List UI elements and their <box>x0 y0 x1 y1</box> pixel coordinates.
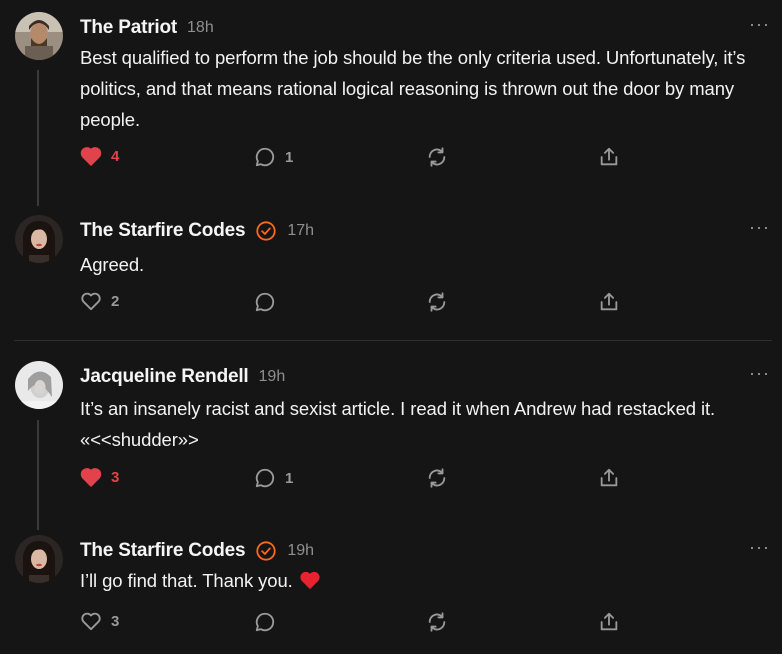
like-count: 3 <box>111 468 120 486</box>
share-icon <box>600 147 618 166</box>
comment: The Starfire Codes 19h ··· I’ll go find … <box>0 535 782 645</box>
reply-count: 1 <box>285 469 294 487</box>
share-button[interactable] <box>598 146 620 168</box>
comment: Jacqueline Rendell 19h ··· It’s an insan… <box>0 361 782 501</box>
author-name[interactable]: The Starfire Codes <box>80 220 246 242</box>
restack-icon <box>428 147 446 167</box>
timestamp[interactable]: 17h <box>287 222 314 240</box>
avatar[interactable] <box>15 361 63 409</box>
comment-header: The Starfire Codes 19h <box>80 539 314 563</box>
restack-icon <box>428 292 446 312</box>
timestamp[interactable]: 19h <box>259 368 286 386</box>
reply-count: 1 <box>285 148 294 166</box>
restack-button[interactable] <box>426 146 448 168</box>
heart-icon <box>80 468 102 487</box>
like-button[interactable]: 3 <box>80 467 119 487</box>
comment-bubble-icon <box>255 292 275 312</box>
comment-bubble-icon <box>255 147 275 167</box>
comment-text: Agreed. <box>80 254 145 275</box>
action-bar: 2 <box>80 291 640 315</box>
comment: The Starfire Codes 17h ··· Agreed. 2 <box>0 215 782 325</box>
comment-text: It’s an insanely racist and sexist artic… <box>80 398 716 450</box>
red-heart-emoji-icon <box>300 571 320 590</box>
restack-icon <box>428 612 446 632</box>
comment-text-row: I’ll go find that. Thank you. <box>80 565 770 596</box>
comment: The Patriot 18h ··· Best qualified to pe… <box>0 12 782 192</box>
comment-text: Best qualified to perform the job should… <box>80 47 746 130</box>
like-count: 4 <box>111 147 120 165</box>
reply-button[interactable]: 1 <box>254 146 293 168</box>
avatar[interactable] <box>15 215 63 263</box>
action-bar: 4 1 <box>80 146 640 170</box>
author-name[interactable]: The Patriot <box>80 17 177 39</box>
like-button[interactable]: 4 <box>80 146 119 166</box>
share-icon <box>600 292 618 311</box>
share-button[interactable] <box>598 611 620 633</box>
comment-bubble-icon <box>255 612 275 632</box>
action-bar: 3 <box>80 611 640 635</box>
like-count: 3 <box>111 612 120 630</box>
comment-bubble-icon <box>255 468 275 488</box>
like-button[interactable]: 2 <box>80 291 119 311</box>
restack-button[interactable] <box>426 467 448 489</box>
more-options-icon[interactable]: ··· <box>749 218 770 236</box>
heart-icon <box>81 612 101 631</box>
comment-header: Jacqueline Rendell 19h <box>80 365 285 389</box>
comment-text: I’ll go find that. Thank you. <box>80 570 293 591</box>
verified-badge-icon <box>256 221 276 241</box>
restack-button[interactable] <box>426 291 448 313</box>
restack-icon <box>428 468 446 488</box>
heart-icon <box>81 292 101 311</box>
action-bar: 3 1 <box>80 467 640 491</box>
share-icon <box>600 612 618 631</box>
share-button[interactable] <box>598 467 620 489</box>
more-options-icon[interactable]: ··· <box>749 538 770 556</box>
heart-icon <box>80 147 102 166</box>
share-button[interactable] <box>598 291 620 313</box>
more-options-icon[interactable]: ··· <box>749 15 770 33</box>
like-count: 2 <box>111 292 120 310</box>
divider <box>14 340 772 341</box>
avatar[interactable] <box>15 535 63 583</box>
reply-button[interactable]: 1 <box>254 467 293 489</box>
author-name[interactable]: Jacqueline Rendell <box>80 366 249 388</box>
comment-header: The Patriot 18h <box>80 16 214 40</box>
timestamp[interactable]: 19h <box>287 542 314 560</box>
reply-button[interactable] <box>254 611 285 633</box>
more-options-icon[interactable]: ··· <box>749 364 770 382</box>
like-button[interactable]: 3 <box>80 611 119 631</box>
reply-button[interactable] <box>254 291 285 313</box>
restack-button[interactable] <box>426 611 448 633</box>
comment-header: The Starfire Codes 17h <box>80 219 314 243</box>
verified-badge-icon <box>256 541 276 561</box>
share-icon <box>600 468 618 487</box>
author-name[interactable]: The Starfire Codes <box>80 540 246 562</box>
avatar[interactable] <box>15 12 63 60</box>
timestamp[interactable]: 18h <box>187 19 214 37</box>
